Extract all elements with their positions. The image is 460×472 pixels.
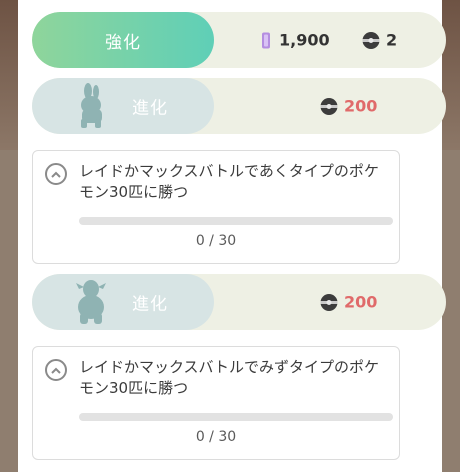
candy-icon bbox=[320, 97, 338, 115]
quest-progress-text: 0 / 30 bbox=[195, 429, 237, 445]
quest-progress-bar bbox=[79, 217, 393, 225]
evolve-button[interactable]: 進化 bbox=[32, 78, 214, 134]
candy-icon bbox=[362, 31, 380, 49]
power-up-row[interactable]: 強化 1,900 2 bbox=[32, 12, 446, 68]
candy-icon bbox=[320, 293, 338, 311]
evolve-label: 進化 bbox=[132, 294, 168, 315]
evolve-candy-amount: 200 bbox=[344, 96, 378, 116]
stardust-cost: 1,900 bbox=[259, 31, 330, 50]
evolution-panel: 強化 1,900 2 進化 200 レイドかマックスバトルであくタイプのポケモン… bbox=[18, 0, 446, 472]
chevron-up-icon[interactable] bbox=[45, 359, 67, 381]
evolve-label: 進化 bbox=[132, 98, 168, 119]
evolution-quest-card: レイドかマックスバトルでみずタイプのポケモン30匹に勝つ 0 / 30 bbox=[32, 346, 400, 460]
evolve-candy-cost: 200 bbox=[320, 97, 377, 116]
evolve-row[interactable]: 進化 200 bbox=[32, 274, 446, 330]
power-up-button[interactable]: 強化 bbox=[32, 12, 214, 68]
power-up-label: 強化 bbox=[105, 32, 141, 53]
chevron-up-icon[interactable] bbox=[45, 163, 67, 185]
evolution-quest-card: レイドかマックスバトルであくタイプのポケモン30匹に勝つ 0 / 30 bbox=[32, 150, 400, 264]
stardust-amount: 1,900 bbox=[279, 30, 330, 50]
power-up-candy-cost: 2 bbox=[362, 31, 397, 50]
stardust-icon bbox=[262, 32, 270, 48]
quest-description: レイドかマックスバトルでみずタイプのポケモン30匹に勝つ bbox=[79, 358, 380, 397]
evolve-candy-amount: 200 bbox=[344, 292, 378, 312]
pokemon-silhouette-icon bbox=[76, 280, 106, 324]
evolve-button[interactable]: 進化 bbox=[32, 274, 214, 330]
power-up-candy-amount: 2 bbox=[386, 30, 398, 50]
evolve-candy-cost: 200 bbox=[320, 293, 377, 312]
evolve-row[interactable]: 進化 200 bbox=[32, 78, 446, 134]
quest-description: レイドかマックスバトルであくタイプのポケモン30匹に勝つ bbox=[79, 162, 379, 201]
pokemon-silhouette-icon bbox=[81, 83, 102, 128]
quest-progress-text: 0 / 30 bbox=[195, 233, 237, 249]
quest-progress-bar bbox=[79, 413, 393, 421]
